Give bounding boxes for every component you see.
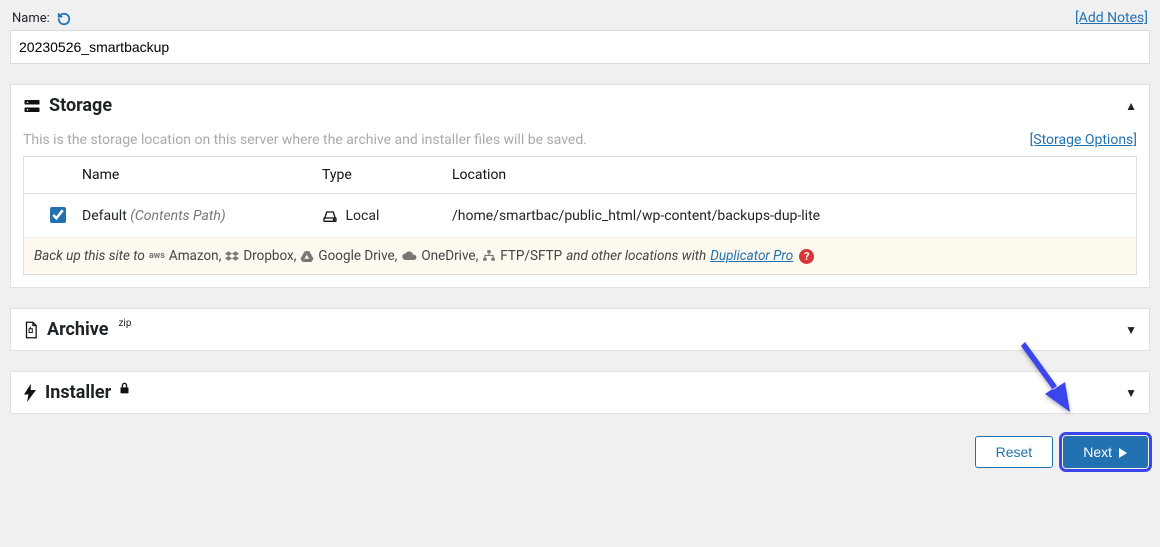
installer-panel: Installer ▼: [10, 371, 1150, 414]
archive-file-icon: [23, 319, 39, 340]
next-label: Next: [1083, 444, 1112, 460]
reset-name-icon[interactable]: [57, 11, 71, 26]
caret-down-icon: ▼: [1125, 386, 1137, 400]
row-type: Local: [345, 208, 379, 224]
row-location: /home/smartbac/public_html/wp-content/ba…: [452, 208, 1128, 224]
row-name-suffix: (Contents Path): [130, 208, 225, 224]
help-icon[interactable]: ?: [799, 249, 814, 264]
archive-title: Archive: [47, 319, 108, 340]
archive-panel: Archive zip ▼: [10, 308, 1150, 351]
server-icon: [23, 95, 41, 116]
storage-upsell: Back up this site to aws Amazon, Dropbox…: [24, 237, 1136, 274]
google-drive-icon: [300, 248, 314, 264]
bolt-icon: [23, 382, 37, 403]
storage-panel: Storage ▲ This is the storage location o…: [10, 84, 1150, 288]
name-input[interactable]: [10, 30, 1150, 64]
storage-options-link[interactable]: [Storage Options]: [1030, 132, 1137, 148]
onedrive-icon: [401, 248, 417, 264]
row-name: Default: [82, 208, 127, 224]
col-name: Name: [82, 167, 322, 183]
archive-sup: zip: [118, 318, 131, 329]
storage-title: Storage: [49, 95, 112, 116]
network-icon: [482, 248, 496, 264]
col-location: Location: [452, 167, 1128, 183]
lock-icon: [119, 377, 130, 398]
storage-table: Name Type Location Default (Contents Pat…: [23, 156, 1137, 275]
add-notes-link[interactable]: [Add Notes]: [1075, 10, 1148, 26]
table-row: Default (Contents Path) Local /home/smar…: [24, 194, 1136, 237]
duplicator-pro-link[interactable]: Duplicator Pro: [710, 248, 793, 264]
storage-panel-toggle[interactable]: Storage ▲: [11, 85, 1149, 126]
caret-down-icon: ▼: [1125, 323, 1137, 337]
col-type: Type: [322, 167, 452, 183]
aws-icon: aws: [149, 251, 165, 261]
storage-row-checkbox[interactable]: [50, 207, 66, 223]
next-button[interactable]: Next: [1063, 436, 1148, 468]
dropbox-icon: [225, 248, 239, 264]
table-head: Name Type Location: [24, 157, 1136, 194]
archive-panel-toggle[interactable]: Archive zip ▼: [11, 309, 1149, 350]
caret-up-icon: ▲: [1125, 99, 1137, 113]
name-label: Name:: [12, 11, 50, 26]
play-icon: [1118, 444, 1128, 460]
reset-button[interactable]: Reset: [975, 436, 1054, 468]
installer-panel-toggle[interactable]: Installer ▼: [11, 372, 1149, 413]
installer-title: Installer: [45, 382, 111, 403]
hard-drive-icon: [322, 208, 341, 224]
storage-desc: This is the storage location on this ser…: [23, 132, 587, 148]
